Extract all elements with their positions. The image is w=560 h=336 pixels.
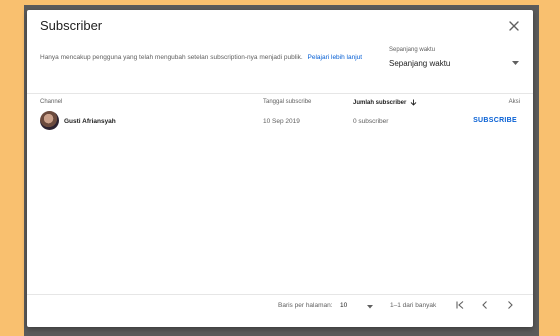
column-header-subscribers[interactable]: Jumlah subscriber	[353, 99, 417, 106]
dialog-description: Hanya mencakup pengguna yang telah mengu…	[40, 54, 362, 61]
close-icon[interactable]	[506, 18, 522, 34]
period-dropdown[interactable]: Sepanjang waktu Sepanjang waktu	[389, 47, 519, 71]
subscribe-button[interactable]: SUBSCRIBE	[473, 117, 517, 124]
column-header-channel: Channel	[40, 99, 63, 105]
subscribe-date: 10 Sep 2019	[263, 118, 300, 125]
avatar[interactable]	[40, 111, 59, 130]
dialog-title: Subscriber	[40, 18, 103, 33]
next-page-icon[interactable]	[504, 299, 516, 311]
previous-page-icon[interactable]	[479, 299, 491, 311]
column-header-subscribers-label: Jumlah subscriber	[353, 100, 407, 107]
footer-divider	[27, 294, 533, 295]
period-label: Sepanjang waktu	[389, 47, 436, 53]
column-header-action: Aksi	[508, 99, 520, 105]
rows-per-page-label: Baris per halaman:	[278, 302, 333, 309]
period-value: Sepanjang waktu	[389, 59, 451, 68]
header-divider	[27, 93, 533, 94]
first-page-icon[interactable]	[454, 299, 466, 311]
column-header-date[interactable]: Tanggal subscribe	[263, 99, 311, 105]
rows-per-page-select[interactable]: 10	[340, 300, 373, 312]
rows-per-page-value: 10	[340, 302, 348, 309]
caret-down-icon	[512, 61, 519, 65]
subscriber-dialog: Subscriber Hanya mencakup pengguna yang …	[27, 10, 533, 327]
channel-name[interactable]: Gusti Afriansyah	[64, 118, 116, 125]
arrow-down-icon	[410, 99, 417, 106]
pagination-range: 1–1 dari banyak	[390, 302, 437, 309]
learn-more-link[interactable]: Pelajari lebih lanjut	[308, 54, 363, 61]
description-text: Hanya mencakup pengguna yang telah mengu…	[40, 54, 303, 61]
subscriber-count: 0 subscriber	[353, 118, 389, 125]
caret-down-icon	[367, 305, 373, 309]
